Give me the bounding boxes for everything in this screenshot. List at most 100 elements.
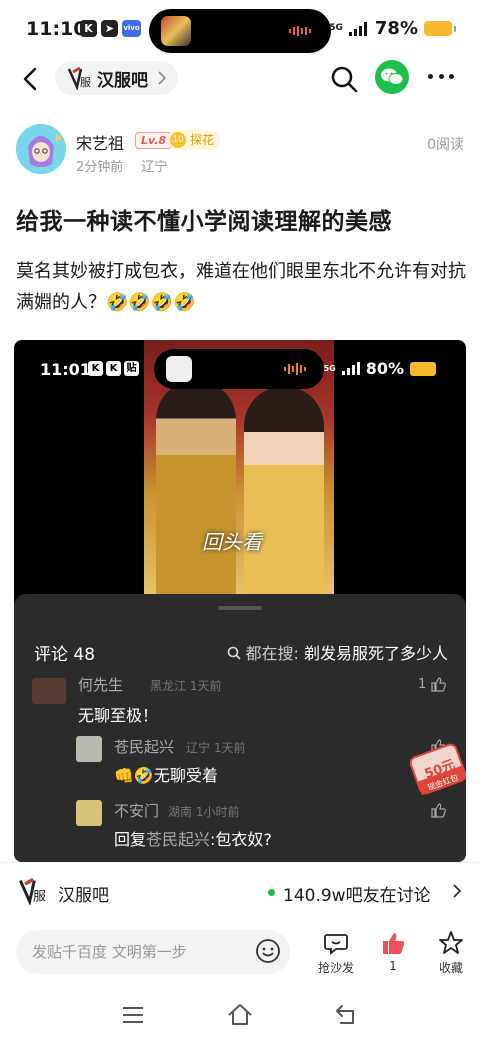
- inner-network: 5G: [323, 364, 336, 373]
- inner-status-bar: 11:01 K K 贴 5G 80%: [14, 340, 466, 400]
- emoji-icon[interactable]: [255, 938, 281, 964]
- notification-icons: K ➤ vivo: [80, 20, 141, 37]
- comment-text: 回复苍民起兴:包衣奴?: [114, 830, 272, 849]
- chevron-right-icon: [158, 71, 166, 85]
- comment-bubble-icon: [324, 934, 348, 955]
- commenter-avatar: [76, 736, 102, 762]
- forum-bar[interactable]: 服 汉服吧 140.9w吧友在讨论: [0, 862, 480, 918]
- audio-wave-icon: [289, 26, 311, 36]
- thumbs-up-icon: [383, 933, 405, 954]
- inner-notification-icons: K K 贴: [88, 361, 139, 376]
- signal-icon: [348, 21, 367, 36]
- author-meta: 2分钟前 辽宁: [76, 156, 181, 175]
- online-count: 140.9w吧友在讨论: [283, 886, 431, 906]
- forum-chip[interactable]: 服 汉服吧: [55, 61, 178, 95]
- read-count: 0阅读: [427, 137, 464, 153]
- wechat-share-icon[interactable]: [375, 60, 409, 94]
- author-avatar[interactable]: [16, 124, 66, 174]
- battery-icon: [424, 21, 456, 36]
- home-icon[interactable]: [227, 1002, 253, 1028]
- status-bar: 11:10 K ➤ vivo 5G 78%: [0, 0, 480, 60]
- sofa-label: 抢沙发: [317, 961, 354, 975]
- comment-sheet: 评论 48 都在搜: 剃发易服死了多少人 何先生 黑龙江 1天前 无聊至极！ 1…: [14, 594, 466, 862]
- k-app-icon: K: [80, 20, 97, 37]
- telegram-icon: ➤: [101, 20, 118, 37]
- status-right: 5G 78%: [329, 18, 456, 39]
- back-icon[interactable]: [333, 1002, 359, 1028]
- sheet-handle: [218, 606, 262, 610]
- hanfu-forum-logo-icon: 服: [19, 877, 46, 905]
- hanfu-forum-logo-icon: 服: [67, 66, 91, 90]
- like-button[interactable]: 1: [368, 930, 418, 973]
- badge-number: 10: [170, 132, 186, 148]
- post-image[interactable]: 回头看 11:01 K K 贴 5G 80% 评论 48 都在搜: 剃发易服死了…: [14, 340, 466, 862]
- svg-text:服: 服: [33, 889, 46, 904]
- comment-text: 无聊至极！: [78, 706, 159, 725]
- search-icon[interactable]: [330, 65, 358, 93]
- dynamic-island[interactable]: [149, 9, 331, 53]
- inner-thumbnail: [166, 356, 192, 382]
- svg-text:服: 服: [80, 76, 91, 89]
- top-nav: 服 汉服吧: [0, 60, 480, 100]
- tieba-icon: 贴: [124, 361, 139, 376]
- comment-meta: 黑龙江 1天前: [150, 679, 222, 693]
- video-caption: 回头看: [202, 530, 262, 554]
- back-arrow-icon[interactable]: [20, 66, 42, 92]
- status-time: 11:10: [26, 18, 87, 40]
- commenter-name: 苍民起兴: [114, 738, 175, 756]
- author-row: 宋艺祖 Lv.8 10 探花 2分钟前 辽宁 0阅读: [16, 124, 464, 180]
- reply-input[interactable]: 发贴千百度 文明第一步: [16, 930, 290, 974]
- commenter-name: 何先生: [78, 676, 124, 694]
- favorite-button[interactable]: 收藏: [426, 930, 476, 976]
- k-app-icon: K: [88, 361, 103, 376]
- search-icon: [228, 646, 242, 660]
- star-icon: [439, 931, 463, 954]
- sofa-button[interactable]: 抢沙发: [311, 930, 361, 976]
- comment-item: 何先生 黑龙江 1天前 无聊至极！ 1: [32, 674, 452, 734]
- audio-wave-icon: [284, 363, 306, 375]
- favorite-label: 收藏: [438, 961, 463, 975]
- comment-item: 苍民起兴 辽宁 1天前 👊🤣无聊受着: [76, 732, 456, 788]
- signal-icon: [341, 362, 360, 375]
- system-nav-bar: [0, 988, 480, 1042]
- post-title: 给我一种读不懂小学阅读理解的美感: [16, 209, 392, 235]
- red-packet-stamp-icon: 50元 现金红包: [409, 743, 466, 796]
- commenter-name: 不安门: [114, 802, 160, 820]
- author-location: 辽宁: [141, 160, 168, 175]
- more-options-icon[interactable]: [428, 74, 454, 80]
- post-time: 2分钟前: [76, 160, 124, 175]
- author-name[interactable]: 宋艺祖: [76, 130, 124, 154]
- inner-battery-percent: 80%: [365, 359, 404, 378]
- inner-time: 11:01: [40, 360, 91, 379]
- like-count: 1: [389, 959, 397, 973]
- female-figure: [244, 386, 324, 594]
- battery-icon: [410, 361, 436, 376]
- title-badge: 10 探花: [168, 130, 221, 150]
- trending-search: 都在搜: 剃发易服死了多少人: [227, 640, 448, 664]
- comment-item: 不安门 湖南 1小时前 回复苍民起兴:包衣奴?: [76, 796, 456, 852]
- commenter-avatar: [76, 800, 102, 826]
- k-app-icon: K: [106, 361, 121, 376]
- inner-dynamic-island: [154, 349, 324, 389]
- action-bar: 发贴千百度 文明第一步 抢沙发 1 收藏: [0, 918, 480, 988]
- menu-icon[interactable]: [120, 1002, 146, 1028]
- thumbs-up-icon: [431, 803, 446, 818]
- post-body: 莫名其妙被打成包衣，难道在他们眼里东北不允许有对抗满婣的人？🤣🤣🤣🤣: [16, 261, 466, 313]
- online-dot-icon: [268, 889, 275, 896]
- battery-percent: 78%: [374, 18, 418, 39]
- male-figure: [156, 380, 236, 594]
- comment-text: 👊🤣无聊受着: [114, 766, 218, 785]
- media-thumbnail: [161, 16, 191, 46]
- comment-count: 评论 48: [34, 645, 96, 665]
- forum-bar-name: 汉服吧: [58, 886, 109, 906]
- thumbs-up-icon: [431, 677, 446, 692]
- commenter-avatar: [32, 678, 66, 704]
- network-label: 5G: [329, 23, 343, 33]
- vivo-icon: vivo: [122, 20, 141, 37]
- like-count: 1: [418, 677, 427, 692]
- forum-name: 汉服吧: [97, 70, 148, 91]
- level-badge: Lv.8: [135, 132, 173, 149]
- comment-meta: 辽宁 1天前: [186, 741, 246, 755]
- chevron-right-icon: [453, 884, 462, 898]
- comment-meta: 湖南 1小时前: [168, 805, 240, 819]
